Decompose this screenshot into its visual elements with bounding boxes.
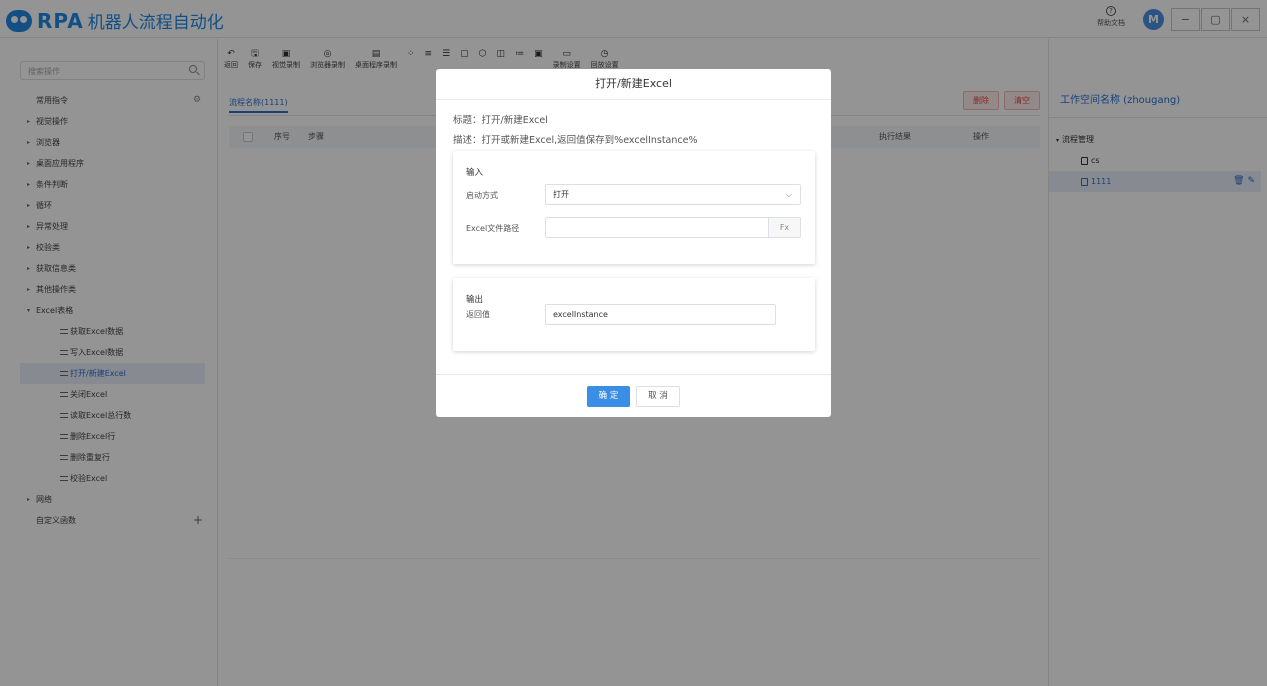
dialog-description: 描述：打开或新建Excel,返回值保存到%excelInstance% <box>453 135 698 146</box>
return-value-text: excelInstance <box>553 310 608 319</box>
chevron-down-icon: ⌵ <box>785 190 792 199</box>
cancel-button[interactable]: 取 消 <box>636 386 680 407</box>
open-excel-dialog: 打开/新建Excel 标题：打开/新建Excel 描述：打开或新建Excel,返… <box>436 69 831 417</box>
output-section: 输出 返回值 excelInstance <box>453 278 815 351</box>
excel-path-input[interactable]: Fx <box>545 217 801 238</box>
return-value-input[interactable]: excelInstance <box>545 304 776 325</box>
output-section-title: 输出 <box>466 295 484 305</box>
launch-mode-label: 启动方式 <box>466 191 498 200</box>
return-value-label: 返回值 <box>466 310 490 319</box>
launch-mode-select[interactable]: 打开 ⌵ <box>545 184 801 205</box>
dialog-title: 打开/新建Excel <box>595 77 672 90</box>
fx-button[interactable]: Fx <box>768 218 800 237</box>
input-section-title: 输入 <box>466 168 484 178</box>
dialog-footer-divider <box>436 374 831 375</box>
dialog-divider <box>436 99 831 100</box>
confirm-button[interactable]: 确 定 <box>587 386 630 407</box>
input-section: 输入 启动方式 打开 ⌵ Excel文件路径 Fx <box>453 151 815 264</box>
excel-path-label: Excel文件路径 <box>466 224 520 233</box>
dialog-subject: 标题：打开/新建Excel <box>453 115 548 126</box>
launch-mode-value: 打开 <box>553 190 569 199</box>
